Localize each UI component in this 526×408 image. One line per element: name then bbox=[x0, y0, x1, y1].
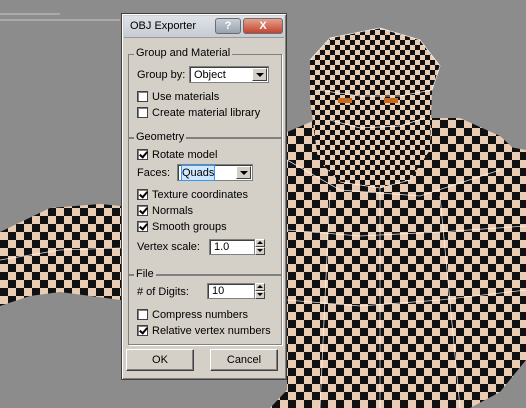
checkbox-box[interactable] bbox=[137, 325, 148, 336]
faces-value: Quads bbox=[180, 165, 216, 181]
digits-spin-buttons bbox=[255, 283, 265, 299]
digits-spinner[interactable]: 10 bbox=[207, 283, 265, 299]
model-head bbox=[310, 28, 440, 188]
spin-up-icon[interactable] bbox=[255, 283, 265, 291]
spin-down-icon[interactable] bbox=[255, 291, 265, 299]
vertex-scale-label: Vertex scale: bbox=[137, 241, 200, 253]
group-and-material-group: Group and Material Group by: Object Use … bbox=[128, 47, 282, 138]
digits-value: 10 bbox=[212, 285, 225, 297]
help-button[interactable]: ? bbox=[215, 18, 241, 34]
vertex-scale-spin-buttons bbox=[255, 239, 265, 255]
ok-button[interactable]: OK bbox=[126, 349, 194, 371]
relative-vertex-numbers-checkbox[interactable]: Relative vertex numbers bbox=[137, 324, 271, 338]
group-by-value: Object bbox=[194, 69, 226, 81]
group-by-select[interactable]: Object bbox=[189, 66, 269, 83]
compress-numbers-checkbox[interactable]: Compress numbers bbox=[137, 308, 248, 322]
file-group: File # of Digits: 10 Compress numbers Re… bbox=[128, 268, 282, 345]
spin-up-icon[interactable] bbox=[255, 239, 265, 247]
dialog-title: OBJ Exporter bbox=[130, 20, 197, 32]
group-label-material: Group and Material bbox=[134, 47, 233, 59]
group-label-geometry: Geometry bbox=[134, 131, 187, 143]
texture-coordinates-checkbox[interactable]: Texture coordinates bbox=[137, 188, 248, 202]
normals-checkbox[interactable]: Normals bbox=[137, 204, 193, 218]
use-materials-checkbox[interactable]: Use materials bbox=[137, 90, 219, 104]
geometry-group: Geometry Rotate model Faces: Quads Textu… bbox=[128, 131, 282, 275]
faces-select[interactable]: Quads bbox=[177, 164, 253, 181]
cancel-button[interactable]: Cancel bbox=[210, 349, 278, 371]
checkbox-box[interactable] bbox=[137, 205, 148, 216]
faces-label: Faces: bbox=[137, 167, 171, 179]
spin-down-icon[interactable] bbox=[255, 247, 265, 255]
model-eye-right bbox=[384, 98, 398, 103]
smooth-groups-checkbox[interactable]: Smooth groups bbox=[137, 220, 227, 234]
chevron-down-icon[interactable] bbox=[252, 68, 267, 81]
obj-exporter-dialog: OBJ Exporter ? X Group and Material Grou… bbox=[121, 13, 287, 380]
vertex-scale-value: 1.0 bbox=[214, 241, 230, 253]
create-material-library-checkbox[interactable]: Create material library bbox=[137, 106, 260, 120]
checkbox-box[interactable] bbox=[137, 309, 148, 320]
model-eye-left bbox=[338, 98, 352, 103]
vertex-scale-spinner[interactable]: 1.0 bbox=[209, 239, 265, 255]
checkbox-box[interactable] bbox=[137, 149, 148, 160]
checkbox-box[interactable] bbox=[137, 189, 148, 200]
dialog-titlebar[interactable]: OBJ Exporter ? X bbox=[124, 16, 284, 38]
group-by-label: Group by: bbox=[137, 69, 186, 81]
chevron-down-icon[interactable] bbox=[236, 166, 251, 179]
checkbox-box[interactable] bbox=[137, 221, 148, 232]
group-label-file: File bbox=[134, 268, 156, 280]
close-button[interactable]: X bbox=[243, 18, 283, 34]
checkbox-box[interactable] bbox=[137, 91, 148, 102]
checkbox-box[interactable] bbox=[137, 107, 148, 118]
rotate-model-checkbox[interactable]: Rotate model bbox=[137, 148, 217, 162]
digits-label: # of Digits: bbox=[137, 286, 189, 298]
